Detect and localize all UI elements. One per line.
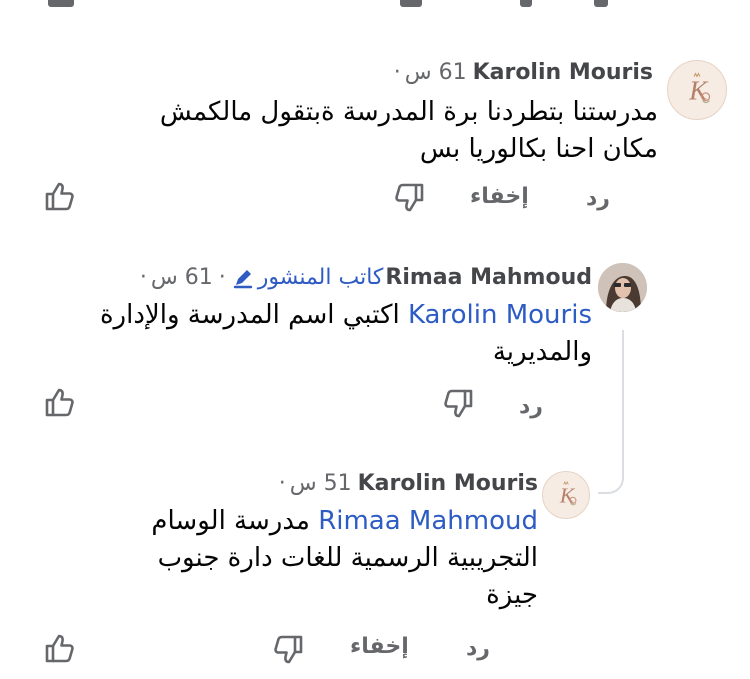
- separator-dot: ·: [278, 471, 286, 496]
- avatar[interactable]: K: [542, 471, 590, 519]
- dislike-button[interactable]: [393, 182, 425, 214]
- avatar[interactable]: K: [667, 60, 727, 120]
- like-button[interactable]: [44, 180, 76, 212]
- comment-text-line: التجريبية الرسمية للغات دارة جنوب: [157, 543, 538, 573]
- k-logo-icon: K: [559, 481, 577, 508]
- timestamp[interactable]: 51 س: [290, 470, 352, 498]
- previous-comment-actions-cutoff: [0, 0, 750, 10]
- comment-text-line: جيزة: [486, 580, 538, 610]
- reply-button[interactable]: رد: [466, 636, 490, 661]
- thread-connector-line: [598, 330, 624, 494]
- thumbs-up-icon: [45, 182, 74, 211]
- reply-button[interactable]: رد: [586, 186, 610, 211]
- hide-button[interactable]: إخفاء: [350, 634, 409, 659]
- thumbs-down-icon: [444, 389, 473, 418]
- mention-link[interactable]: Karolin Mouris: [408, 300, 592, 330]
- comment-text-line: مدرستنا بتطردنا برة المدرسة ةبتقول مالكم…: [159, 97, 658, 127]
- comment-text-line: والمديرية: [492, 337, 592, 367]
- pencil-icon: [233, 270, 252, 289]
- k-logo-icon: K: [688, 72, 711, 106]
- author-badge-label: كاتب المنشور: [257, 265, 384, 290]
- thumbs-down-icon: [395, 183, 424, 212]
- avatar[interactable]: [598, 263, 647, 312]
- separator-dot: ·: [218, 265, 226, 290]
- author-name[interactable]: Karolin Mouris: [358, 470, 538, 498]
- like-button[interactable]: [44, 632, 76, 664]
- hide-button[interactable]: إخفاء: [470, 184, 529, 209]
- author-name[interactable]: Rimaa Mahmoud: [385, 264, 592, 292]
- mention-link[interactable]: Rimaa Mahmoud: [318, 506, 538, 536]
- comment-text-line: Karolin Mouris اكتبي اسم المدرسة والإدار…: [32, 297, 592, 334]
- comment-text: مدرستنا بتطردنا برة المدرسة ةبتقول مالكم…: [58, 94, 658, 168]
- timestamp[interactable]: 61 س: [405, 59, 467, 87]
- profile-photo-icon: [598, 263, 647, 312]
- comment-header: Rimaa Mahmoud كاتب المنشور · 61 س ·: [140, 264, 592, 292]
- comment-text-segment: اكتبي اسم المدرسة والإدارة: [99, 300, 400, 330]
- reply-button[interactable]: رد: [519, 394, 543, 419]
- comment-text-segment: مدرسة الوسام: [151, 506, 310, 536]
- thumbs-down-icon: [274, 635, 303, 664]
- like-button[interactable]: [44, 386, 76, 418]
- thumbs-up-icon: [45, 388, 74, 417]
- comment-text-line: مكان احنا بكالوريا بس: [419, 134, 658, 164]
- dislike-button[interactable]: [272, 634, 304, 666]
- timestamp[interactable]: 61 س: [151, 264, 213, 292]
- author-badge: كاتب المنشور: [232, 264, 384, 292]
- thumbs-up-icon: [45, 634, 74, 663]
- comment-header: Karolin Mouris 61 س ·: [394, 59, 653, 87]
- author-name[interactable]: Karolin Mouris: [473, 59, 653, 87]
- svg-text:K: K: [559, 484, 576, 508]
- separator-dot: ·: [139, 265, 147, 290]
- comment-text: Karolin Mouris اكتبي اسم المدرسة والإدار…: [32, 297, 592, 371]
- comment-header: Karolin Mouris 51 س ·: [279, 470, 538, 498]
- comment-text-line: Rimaa Mahmoud مدرسة الوسام: [38, 503, 538, 540]
- dislike-button[interactable]: [442, 388, 474, 420]
- separator-dot: ·: [393, 60, 401, 85]
- comment-text: Rimaa Mahmoud مدرسة الوسام التجريبية الر…: [38, 503, 538, 614]
